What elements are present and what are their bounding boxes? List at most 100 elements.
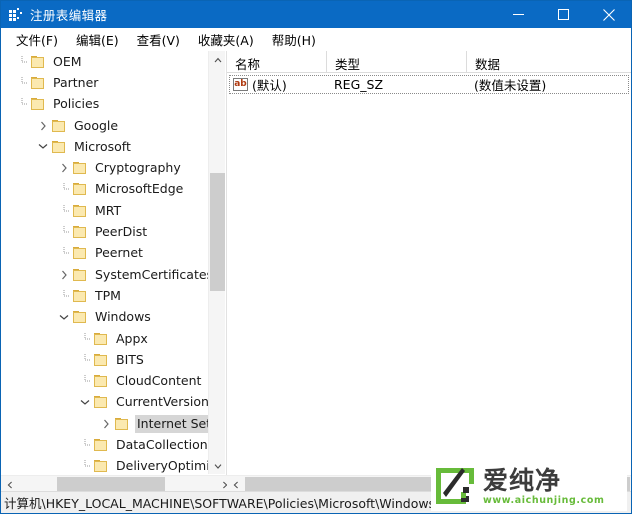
- window-controls: [496, 1, 631, 28]
- tree-node-policies[interactable]: Policies: [1, 94, 216, 115]
- values-list-header: 名称 类型 数据: [227, 51, 631, 73]
- tree-hscroll-thumb[interactable]: [57, 477, 165, 492]
- chevron-down-icon[interactable]: [77, 392, 93, 413]
- menu-file[interactable]: 文件(F): [7, 28, 67, 52]
- tree-connector: [77, 434, 93, 455]
- tree-connector: [77, 456, 93, 474]
- column-header-type[interactable]: 类型: [327, 51, 467, 72]
- maximize-icon: [558, 9, 569, 20]
- tree-node-label: DataCollection: [116, 436, 208, 452]
- folder-icon: [30, 97, 46, 111]
- tree-node-label: CurrentVersion: [116, 394, 209, 410]
- tree-node-label: Windows: [95, 309, 151, 325]
- folder-icon: [93, 332, 109, 346]
- value-name-text: (默认): [252, 78, 287, 93]
- chevron-left-icon: [233, 481, 238, 488]
- tree-node-bits[interactable]: BITS: [1, 349, 216, 370]
- scroll-down-button[interactable]: [209, 457, 226, 474]
- menu-help[interactable]: 帮助(H): [263, 28, 325, 52]
- tree-connector: [14, 51, 30, 72]
- menu-favorites[interactable]: 收藏夹(A): [189, 28, 263, 52]
- maximize-button[interactable]: [541, 1, 586, 28]
- folder-icon: [72, 161, 88, 175]
- cell-data: (数值未设置): [474, 78, 547, 93]
- menu-edit[interactable]: 编辑(E): [67, 28, 128, 52]
- chevron-right-icon[interactable]: [98, 413, 114, 434]
- tree-node-cryptography[interactable]: Cryptography: [1, 157, 216, 178]
- menu-view[interactable]: 查看(V): [128, 28, 189, 52]
- chevron-down-icon: [214, 463, 221, 469]
- tree-node-label: Policies: [53, 96, 100, 112]
- tree-connector: [77, 349, 93, 370]
- scroll-up-button[interactable]: [209, 51, 226, 68]
- tree-node-microsoftedge[interactable]: MicrosoftEdge: [1, 179, 216, 200]
- tree-node-systemcertificates[interactable]: SystemCertificates: [1, 264, 216, 285]
- watermark-brand: 爱纯净: [483, 465, 562, 495]
- folder-icon: [51, 140, 67, 154]
- tree-connector: [56, 243, 72, 264]
- tree-node-oem[interactable]: OEM: [1, 51, 216, 72]
- folder-icon: [93, 374, 109, 388]
- column-header-data[interactable]: 数据: [467, 51, 627, 72]
- chevron-right-icon[interactable]: [35, 115, 51, 136]
- minimize-button[interactable]: [496, 1, 541, 28]
- tree-node-label: Partner: [53, 74, 99, 90]
- folder-icon: [72, 246, 88, 260]
- tree-node-datacollection[interactable]: DataCollection: [1, 434, 216, 455]
- string-value-ab-icon: ab: [233, 78, 248, 91]
- tree-node-deliveryoptimization[interactable]: DeliveryOptimization: [1, 456, 216, 474]
- tree-node-google[interactable]: Google: [1, 115, 216, 136]
- chevron-down-icon[interactable]: [56, 307, 72, 328]
- folder-icon: [72, 310, 88, 324]
- tree-node-cloudcontent[interactable]: CloudContent: [1, 370, 216, 391]
- aichunjing-logo-icon: [433, 465, 477, 507]
- tree-node-microsoft[interactable]: Microsoft: [1, 136, 216, 157]
- column-header-name[interactable]: 名称: [227, 51, 327, 72]
- folder-icon: [114, 417, 130, 431]
- folder-icon: [72, 225, 88, 239]
- tree-node-label: DeliveryOptimization: [116, 458, 216, 474]
- main-content: OEM Partner Policies Google Microsoft Cryptog…: [1, 51, 631, 493]
- tree-node-label: PeerDist: [95, 224, 148, 240]
- tree-connector: [56, 222, 72, 243]
- watermark-url: www.aichunjing.com: [483, 494, 605, 506]
- registry-tree[interactable]: OEM Partner Policies Google Microsoft Cryptog…: [1, 51, 216, 474]
- chevron-right-icon[interactable]: [56, 264, 72, 285]
- tree-scroll-thumb[interactable]: [210, 173, 225, 291]
- folder-icon: [72, 268, 88, 282]
- tree-node-label: TPM: [95, 287, 121, 303]
- tree-node-label: OEM: [53, 53, 82, 69]
- tree-node-windows[interactable]: Windows: [1, 307, 216, 328]
- folder-icon: [93, 459, 109, 473]
- tree-vertical-scrollbar[interactable]: [208, 51, 225, 474]
- tree-node-currentversion[interactable]: CurrentVersion: [1, 392, 216, 413]
- tree-node-mrt[interactable]: MRT: [1, 200, 216, 221]
- folder-icon: [30, 55, 46, 69]
- tree-node-label: MicrosoftEdge: [95, 181, 184, 197]
- tree-node-label: Microsoft: [74, 138, 131, 154]
- close-icon: [602, 8, 615, 21]
- table-row[interactable]: ab (默认) REG_SZ (数值未设置): [229, 75, 629, 94]
- chevron-down-icon[interactable]: [35, 136, 51, 157]
- cell-type: REG_SZ: [334, 77, 384, 92]
- tree-node-label: CloudContent: [116, 373, 202, 389]
- watermark: 爱纯净 www.aichunjing.com: [431, 461, 627, 511]
- close-button[interactable]: [586, 1, 631, 28]
- title-bar: 注册表编辑器: [1, 1, 631, 28]
- registry-editor-icon: [8, 7, 24, 23]
- tree-node-internet-settings[interactable]: Internet Settings: [1, 413, 216, 434]
- tree-node-tpm[interactable]: TPM: [1, 285, 216, 306]
- tree-node-peernet[interactable]: Peernet: [1, 243, 216, 264]
- window-title: 注册表编辑器: [30, 8, 108, 23]
- tree-node-label: Cryptography: [95, 160, 181, 176]
- tree-node-partner[interactable]: Partner: [1, 72, 216, 93]
- tree-node-peerdist[interactable]: PeerDist: [1, 221, 216, 242]
- tree-node-label: MRT: [95, 202, 122, 218]
- tree-connector: [56, 179, 72, 200]
- registry-editor-window: 注册表编辑器 文件(F) 编辑(E) 查看(V) 收藏夹(A) 帮助(H) OE…: [0, 0, 632, 514]
- folder-icon: [93, 395, 109, 409]
- tree-node-appx[interactable]: Appx: [1, 328, 216, 349]
- chevron-right-icon[interactable]: [56, 158, 72, 179]
- folder-icon: [51, 119, 67, 133]
- tree-node-label: Appx: [116, 330, 148, 346]
